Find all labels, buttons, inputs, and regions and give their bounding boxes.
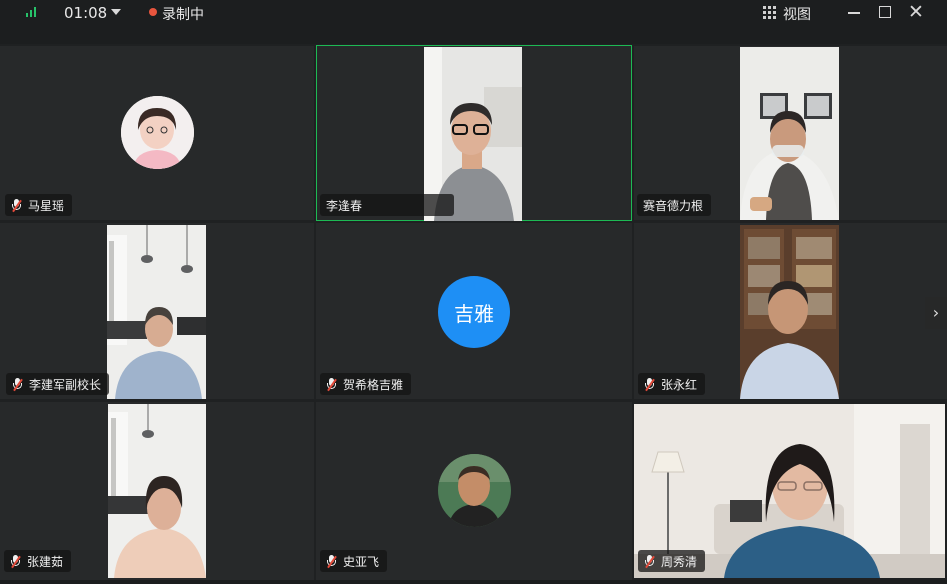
participant-name: 张建茹 — [27, 554, 64, 569]
participant-name: 贺希格吉雅 — [343, 377, 404, 392]
meeting-toolbar: 01:08 录制中 视图 ✕ — [0, 0, 947, 44]
mic-muted-icon — [10, 554, 21, 568]
participant-video — [108, 404, 206, 578]
avatar — [438, 454, 511, 527]
participant-tile[interactable]: 李建军副校长 — [0, 223, 314, 399]
participant-tile[interactable]: 张建茹 — [0, 402, 314, 580]
participant-namebar: 张永红 — [638, 373, 706, 395]
participant-name: 赛音德力根 — [643, 198, 704, 213]
record-dot-icon — [149, 8, 157, 16]
mic-muted-icon — [12, 377, 23, 391]
participant-namebar: 史亚飞 — [320, 550, 388, 572]
participant-tile[interactable]: 赛音德力根 — [634, 46, 947, 220]
participant-namebar: 马星瑶 — [5, 194, 73, 216]
participant-name: 马星瑶 — [28, 198, 65, 213]
mic-muted-icon — [11, 198, 22, 212]
participant-name: 李建军副校长 — [29, 377, 102, 392]
participant-name: 张永红 — [661, 377, 698, 392]
participant-namebar: 贺希格吉雅 — [320, 373, 412, 395]
participant-tile[interactable]: 周秀清 — [634, 404, 945, 578]
maximize-icon[interactable] — [874, 2, 896, 22]
avatar — [121, 96, 194, 169]
participant-tile[interactable]: 马星瑶 — [0, 46, 314, 220]
participant-video — [107, 225, 206, 399]
participant-tile[interactable]: 吉雅 贺希格吉雅 — [316, 223, 632, 399]
participant-namebar: 李逢春 — [320, 194, 454, 216]
recording-status[interactable]: 录制中 — [162, 4, 204, 24]
avatar: 吉雅 — [438, 276, 510, 348]
chevron-right-icon[interactable]: › — [925, 297, 947, 329]
participant-namebar: 赛音德力根 — [637, 194, 712, 216]
meeting-duration: 01:08 — [64, 4, 108, 22]
participant-tile[interactable]: 史亚飞 — [316, 402, 632, 580]
chevron-down-icon[interactable] — [111, 9, 121, 15]
participant-video — [740, 225, 839, 399]
minimize-icon[interactable] — [843, 2, 865, 22]
mic-muted-icon — [644, 554, 655, 568]
participant-namebar: 周秀清 — [638, 550, 706, 572]
participant-name: 史亚飞 — [343, 554, 380, 569]
participant-namebar: 张建茹 — [4, 550, 72, 572]
participant-tile[interactable]: 张永红 — [634, 223, 947, 399]
mic-muted-icon — [326, 554, 337, 568]
mic-muted-icon — [644, 377, 655, 391]
bottom-edge — [0, 580, 947, 584]
participant-video — [740, 47, 839, 220]
participant-name: 李逢春 — [326, 198, 363, 213]
grid-view-icon[interactable] — [763, 6, 776, 19]
participant-name: 周秀清 — [661, 554, 698, 569]
signal-bars-icon[interactable] — [26, 7, 38, 17]
participant-namebar: 李建军副校长 — [6, 373, 110, 395]
view-button[interactable]: 视图 — [783, 4, 811, 24]
mic-muted-icon — [326, 377, 337, 391]
close-icon[interactable]: ✕ — [905, 2, 927, 22]
participant-tile[interactable]: 李逢春 — [316, 45, 632, 221]
